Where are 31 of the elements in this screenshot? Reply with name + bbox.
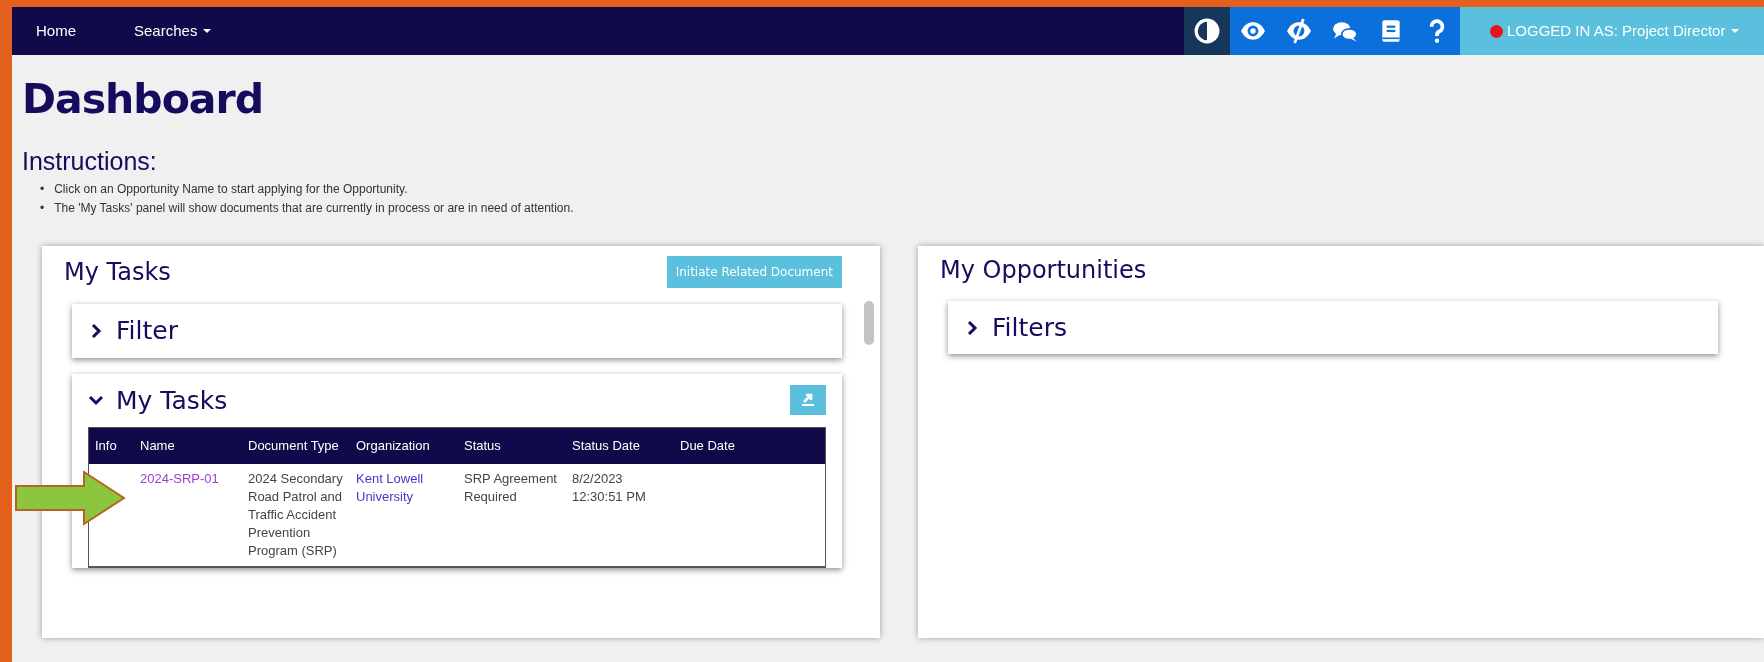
column-header: Status: [458, 428, 566, 464]
table-cell: 2024 Secondary Road Patrol and Traffic Accident Prevention Program (SRP): [242, 463, 350, 567]
status-dot: [1490, 24, 1503, 38]
scrollbar-thumb[interactable]: [864, 301, 874, 346]
column-header: Document Type: [242, 428, 350, 464]
column-header: Status Date: [566, 428, 674, 464]
help-icon-button[interactable]: [1414, 7, 1460, 55]
column-header: Organization: [350, 428, 458, 464]
column-header: Name: [134, 428, 242, 464]
bullet-icon: •: [40, 180, 45, 200]
instruction-text: Click on an Opportunity Name to start applying for the Opportunity.: [54, 181, 408, 199]
organization-link[interactable]: Kent Lowell University: [356, 469, 452, 506]
instruction-text: The 'My Tasks' panel will show documents that are currently in process or are in need of attention.: [54, 200, 574, 218]
caret-icon: [1731, 29, 1740, 33]
contrast-icon: [1194, 18, 1220, 44]
eye-slash-icon: [1286, 18, 1312, 44]
column-header: Info: [89, 428, 134, 464]
contrast-icon-button[interactable]: [1184, 7, 1230, 55]
panel-title: My Tasks: [64, 257, 171, 287]
table-cell: 8/2/2023 12:30:51 PM: [566, 463, 674, 567]
task-link[interactable]: 2024-SRP-01: [140, 470, 219, 486]
table-cell: SRP Agreement Required: [458, 463, 566, 567]
instructions-heading: Instructions:: [22, 146, 158, 177]
export-icon: [800, 392, 816, 409]
nav-link[interactable]: Home: [12, 7, 76, 55]
eye-icon-button[interactable]: [1230, 7, 1276, 55]
nav-link[interactable]: Searches: [110, 7, 212, 55]
page-title: Dashboard: [22, 75, 265, 125]
bullet-icon: •: [40, 199, 45, 219]
panel-title: My Opportunities: [940, 256, 1148, 285]
column-header: Due Date: [674, 428, 825, 464]
